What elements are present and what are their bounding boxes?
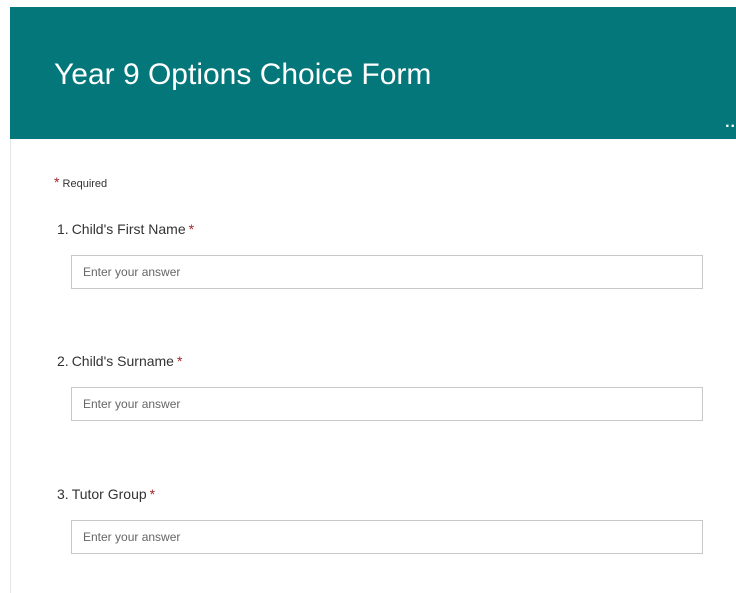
form-title: Year 9 Options Choice Form (54, 58, 432, 91)
more-options-icon[interactable]: .. (725, 115, 736, 131)
form-page: Year 9 Options Choice Form .. * Required… (0, 0, 736, 593)
question-1-label: 1. Child's First Name * (57, 219, 194, 239)
form-header: Year 9 Options Choice Form .. (10, 7, 736, 139)
question-3-answer-input[interactable] (71, 520, 703, 554)
question-1-number: 1. (57, 221, 69, 237)
question-3-number: 3. (57, 486, 69, 502)
required-text: Required (62, 178, 108, 190)
question-2-number: 2. (57, 353, 69, 369)
question-3-label: 3. Tutor Group * (57, 484, 155, 504)
question-2-label: 2. Child's Surname * (57, 351, 182, 371)
required-asterisk: * (54, 174, 60, 190)
question-1-required-mark: * (188, 221, 195, 237)
question-2-required-mark: * (176, 353, 183, 369)
question-2-text: Child's Surname (71, 353, 174, 369)
left-divider (10, 139, 11, 593)
question-1-text: Child's First Name (71, 221, 186, 237)
top-strip (0, 0, 736, 7)
question-3-text: Tutor Group (71, 486, 147, 502)
question-3-required-mark: * (149, 486, 156, 502)
question-2-answer-input[interactable] (71, 387, 703, 421)
question-1-answer-input[interactable] (71, 255, 703, 289)
required-note: * Required (54, 174, 107, 192)
